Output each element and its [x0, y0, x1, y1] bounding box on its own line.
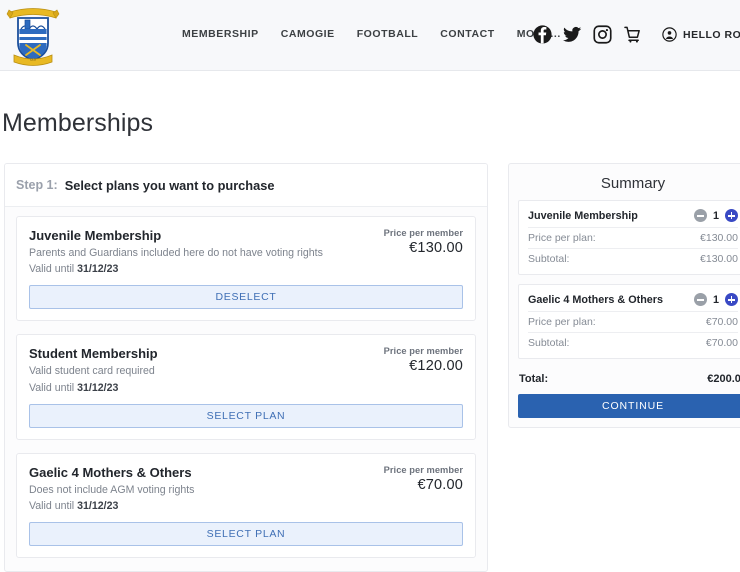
- plan-validity-date: 31/12/23: [77, 382, 118, 394]
- plan-card-header: Gaelic 4 Mothers & Others Does not inclu…: [29, 465, 463, 512]
- plan-name: Gaelic 4 Mothers & Others: [29, 465, 372, 480]
- summary-row-label: Price per plan:: [528, 316, 596, 328]
- summary-row-label: Subtotal:: [528, 337, 569, 349]
- nav-item-membership[interactable]: MEMBERSHIP: [182, 28, 259, 40]
- plan-validity-prefix: Valid until: [29, 500, 74, 512]
- summary-group-header: Gaelic 4 Mothers & Others 1: [528, 289, 738, 312]
- step-label: Step 1:: [16, 178, 58, 192]
- quantity-value: 1: [713, 294, 719, 306]
- quantity-stepper: 1: [694, 293, 738, 306]
- user-account-icon: [662, 27, 677, 42]
- plan-card-student-membership: Student Membership Valid student card re…: [16, 334, 476, 439]
- plan-validity-date: 31/12/23: [77, 263, 118, 275]
- account-menu[interactable]: HELLO ROYAL: [662, 27, 740, 42]
- plan-price-box: Price per member €130.00: [372, 228, 463, 256]
- account-label: HELLO ROYAL: [683, 29, 740, 41]
- summary-row-price-per-plan: Price per plan: €130.00: [528, 228, 738, 249]
- twitter-icon[interactable]: [563, 25, 582, 44]
- plan-description: Does not include AGM voting rights: [29, 483, 372, 497]
- plan-details: Student Membership Valid student card re…: [29, 346, 372, 393]
- price-per-member-label: Price per member: [384, 465, 463, 475]
- summary-group-gaelic-4-mothers-and-others: Gaelic 4 Mothers & Others 1 Price per pl…: [518, 284, 740, 359]
- plan-card-header: Juvenile Membership Parents and Guardian…: [29, 228, 463, 275]
- page-title: Memberships: [2, 109, 153, 138]
- header-actions: HELLO ROYAL: [533, 25, 740, 44]
- price-per-member-label: Price per member: [384, 346, 463, 356]
- content-area: Step 1: Select plans you want to purchas…: [0, 163, 740, 500]
- plan-name: Juvenile Membership: [29, 228, 372, 243]
- plan-details: Juvenile Membership Parents and Guardian…: [29, 228, 372, 275]
- plan-price-box: Price per member €120.00: [372, 346, 463, 374]
- summary-row-value: €70.00: [706, 316, 738, 328]
- total-label: Total:: [519, 373, 548, 385]
- primary-navigation: MEMBERSHIP CAMOGIE FOOTBALL CONTACT MORE…: [182, 28, 571, 40]
- club-crest-logo[interactable]: CLG: [6, 3, 60, 67]
- nav-item-camogie[interactable]: CAMOGIE: [281, 28, 335, 40]
- summary-row-label: Price per plan:: [528, 232, 596, 244]
- plan-price: €70.00: [384, 477, 463, 493]
- summary-group-juvenile-membership: Juvenile Membership 1 Price per plan: €1…: [518, 200, 740, 275]
- total-value: €200.00: [707, 373, 740, 385]
- summary-row-value: €130.00: [700, 253, 738, 265]
- summary-plan-name: Juvenile Membership: [528, 210, 638, 222]
- quantity-stepper: 1: [694, 209, 738, 222]
- plan-deselect-button[interactable]: DESELECT: [29, 285, 463, 309]
- summary-total-row: Total: €200.00: [518, 368, 740, 394]
- plan-name: Student Membership: [29, 346, 372, 361]
- summary-row-label: Subtotal:: [528, 253, 569, 265]
- increase-quantity-button[interactable]: [725, 293, 738, 306]
- quantity-value: 1: [713, 210, 719, 222]
- club-crest-icon: CLG: [6, 3, 60, 67]
- site-header: CLG MEMBERSHIP CAMOGIE FOOTBALL CONTACT …: [0, 0, 740, 71]
- plan-validity-prefix: Valid until: [29, 263, 74, 275]
- nav-item-football[interactable]: FOOTBALL: [357, 28, 419, 40]
- summary-row-value: €70.00: [706, 337, 738, 349]
- plan-validity-prefix: Valid until: [29, 382, 74, 394]
- plan-validity-date: 31/12/23: [77, 500, 118, 512]
- plan-validity: Valid until 31/12/23: [29, 263, 372, 275]
- plan-card-gaelic-4-mothers-and-others: Gaelic 4 Mothers & Others Does not inclu…: [16, 453, 476, 558]
- shopping-cart-icon[interactable]: [623, 25, 642, 44]
- summary-title: Summary: [518, 172, 740, 200]
- decrease-quantity-button[interactable]: [694, 209, 707, 222]
- plan-card-header: Student Membership Valid student card re…: [29, 346, 463, 393]
- plan-details: Gaelic 4 Mothers & Others Does not inclu…: [29, 465, 372, 512]
- facebook-icon[interactable]: [533, 25, 552, 44]
- plan-price-box: Price per member €70.00: [372, 465, 463, 493]
- plan-validity: Valid until 31/12/23: [29, 500, 372, 512]
- decrease-quantity-button[interactable]: [694, 293, 707, 306]
- summary-row-value: €130.00: [700, 232, 738, 244]
- plan-price: €120.00: [384, 358, 463, 374]
- svg-text:CLG: CLG: [30, 58, 37, 62]
- plan-list: Juvenile Membership Parents and Guardian…: [5, 207, 487, 558]
- summary-row-price-per-plan: Price per plan: €70.00: [528, 312, 738, 333]
- plan-select-button[interactable]: SELECT PLAN: [29, 522, 463, 546]
- summary-plan-name: Gaelic 4 Mothers & Others: [528, 294, 663, 306]
- plan-price: €130.00: [384, 240, 463, 256]
- plan-description: Valid student card required: [29, 364, 372, 378]
- step-header: Step 1: Select plans you want to purchas…: [5, 164, 487, 207]
- plans-panel: Step 1: Select plans you want to purchas…: [4, 163, 488, 572]
- plan-card-juvenile-membership: Juvenile Membership Parents and Guardian…: [16, 216, 476, 321]
- continue-button[interactable]: CONTINUE: [518, 394, 740, 418]
- nav-item-contact[interactable]: CONTACT: [440, 28, 494, 40]
- summary-group-header: Juvenile Membership 1: [528, 205, 738, 228]
- price-per-member-label: Price per member: [384, 228, 463, 238]
- plan-description: Parents and Guardians included here do n…: [29, 246, 372, 260]
- summary-row-subtotal: Subtotal: €70.00: [528, 333, 738, 353]
- summary-row-subtotal: Subtotal: €130.00: [528, 249, 738, 269]
- instagram-icon[interactable]: [593, 25, 612, 44]
- plan-validity: Valid until 31/12/23: [29, 382, 372, 394]
- step-instruction: Select plans you want to purchase: [65, 178, 275, 193]
- plan-select-button[interactable]: SELECT PLAN: [29, 404, 463, 428]
- increase-quantity-button[interactable]: [725, 209, 738, 222]
- summary-panel: Summary Juvenile Membership 1 Price per …: [508, 163, 740, 428]
